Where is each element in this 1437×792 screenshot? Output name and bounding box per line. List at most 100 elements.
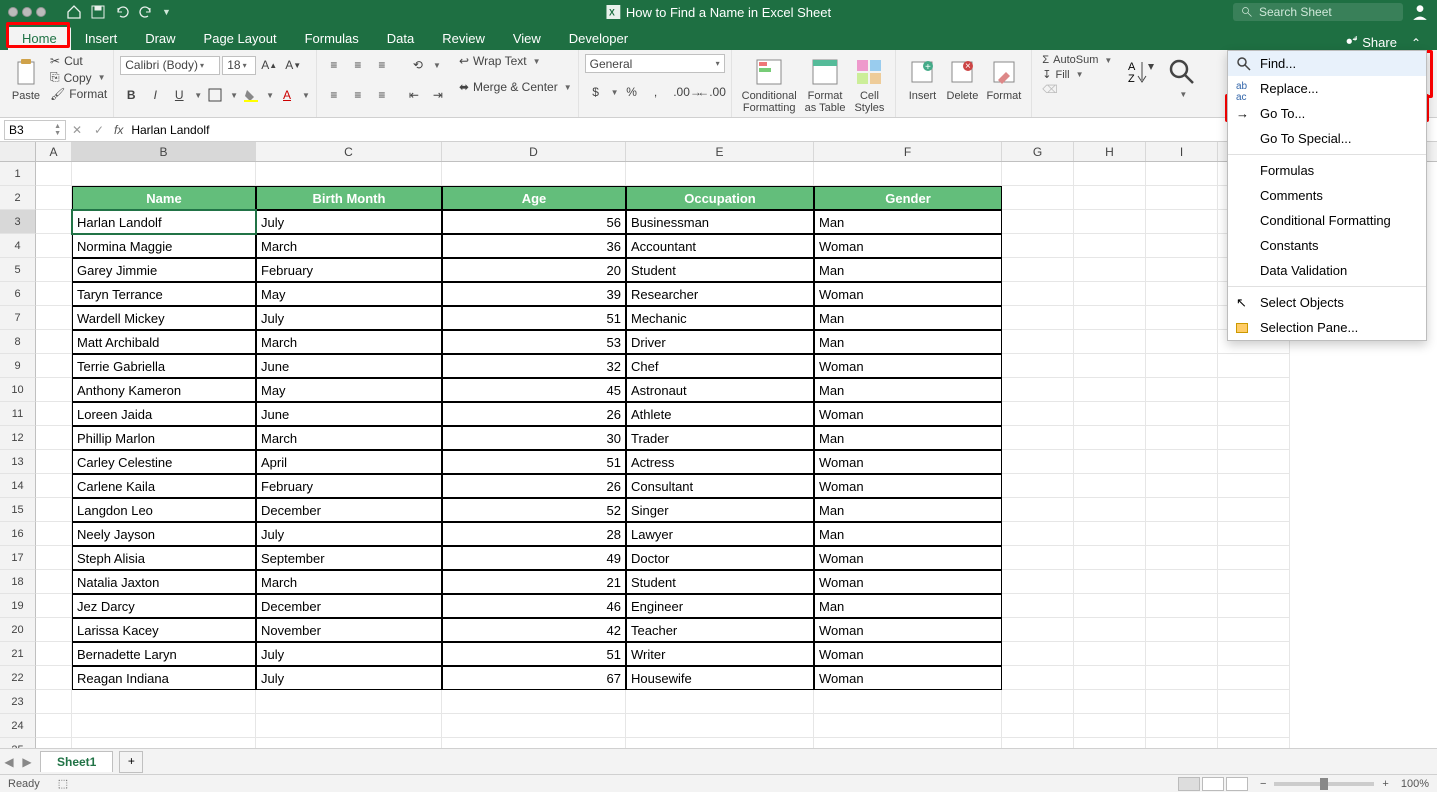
page-break-view-icon[interactable]	[1226, 777, 1248, 791]
menu-replace[interactable]: abac Replace...	[1228, 76, 1426, 101]
cell[interactable]	[36, 570, 72, 594]
cell[interactable]	[1146, 570, 1218, 594]
home-icon[interactable]	[66, 4, 82, 20]
cell[interactable]: 32	[442, 354, 626, 378]
close-window-icon[interactable]	[8, 7, 18, 17]
cell[interactable]	[36, 330, 72, 354]
search-sheet-input[interactable]: Search Sheet	[1233, 3, 1403, 21]
name-box[interactable]: B3 ▲▼	[4, 120, 66, 140]
orientation-icon[interactable]: ⟲	[407, 54, 429, 76]
fill-color-button[interactable]	[240, 84, 262, 106]
cell[interactable]	[36, 378, 72, 402]
cell[interactable]: 51	[442, 642, 626, 666]
cell[interactable]: Jez Darcy	[72, 594, 256, 618]
cell[interactable]: 42	[442, 618, 626, 642]
cell[interactable]	[36, 642, 72, 666]
cell[interactable]	[1074, 690, 1146, 714]
cell[interactable]: 51	[442, 306, 626, 330]
cell[interactable]	[36, 426, 72, 450]
row-header[interactable]: 1	[0, 162, 36, 186]
cell[interactable]: Langdon Leo	[72, 498, 256, 522]
cell[interactable]: Writer	[626, 642, 814, 666]
menu-goto[interactable]: → Go To...	[1228, 101, 1426, 126]
cell[interactable]: Woman	[814, 666, 1002, 690]
cell[interactable]	[1146, 258, 1218, 282]
cell[interactable]	[36, 594, 72, 618]
cell[interactable]: Garey Jimmie	[72, 258, 256, 282]
row-header[interactable]: 6	[0, 282, 36, 306]
cell[interactable]: Accountant	[626, 234, 814, 258]
cell[interactable]	[1146, 330, 1218, 354]
italic-button[interactable]: I	[144, 84, 166, 106]
cell[interactable]: Carley Celestine	[72, 450, 256, 474]
cell[interactable]: Bernadette Laryn	[72, 642, 256, 666]
delete-cells-button[interactable]: ×Delete	[942, 54, 982, 104]
align-left-icon[interactable]: ≡	[323, 84, 345, 106]
cell[interactable]: December	[256, 498, 442, 522]
row-header[interactable]: 8	[0, 330, 36, 354]
cell[interactable]: Businessman	[626, 210, 814, 234]
cell[interactable]	[1074, 426, 1146, 450]
align-right-icon[interactable]: ≡	[371, 84, 393, 106]
cell[interactable]: June	[256, 354, 442, 378]
cell[interactable]	[814, 714, 1002, 738]
cell[interactable]	[1146, 162, 1218, 186]
cell[interactable]: Man	[814, 330, 1002, 354]
cell[interactable]: April	[256, 450, 442, 474]
cell[interactable]	[1002, 450, 1074, 474]
cell[interactable]: Name	[72, 186, 256, 210]
cell[interactable]: Terrie Gabriella	[72, 354, 256, 378]
cell[interactable]	[1002, 378, 1074, 402]
col-header-c[interactable]: C	[256, 142, 442, 161]
cell[interactable]	[626, 714, 814, 738]
row-header[interactable]: 23	[0, 690, 36, 714]
user-icon[interactable]	[1411, 3, 1429, 21]
currency-icon[interactable]: $	[585, 81, 607, 103]
cell[interactable]	[1074, 618, 1146, 642]
cell[interactable]	[1002, 282, 1074, 306]
cell[interactable]	[1074, 546, 1146, 570]
cell[interactable]: Trader	[626, 426, 814, 450]
cell[interactable]	[1002, 690, 1074, 714]
cell[interactable]	[1146, 594, 1218, 618]
cell[interactable]: Steph Alisia	[72, 546, 256, 570]
increase-indent-icon[interactable]: ⇥	[427, 84, 449, 106]
row-header[interactable]: 15	[0, 498, 36, 522]
macro-record-icon[interactable]: ⬚	[58, 777, 68, 790]
cell[interactable]: Larissa Kacey	[72, 618, 256, 642]
menu-formulas[interactable]: Formulas	[1228, 158, 1426, 183]
cell[interactable]: July	[256, 642, 442, 666]
cell[interactable]: 49	[442, 546, 626, 570]
cell[interactable]	[36, 258, 72, 282]
tab-view[interactable]: View	[499, 27, 555, 50]
cell[interactable]	[72, 714, 256, 738]
cell[interactable]: Man	[814, 594, 1002, 618]
cell[interactable]: July	[256, 306, 442, 330]
cell[interactable]	[1074, 330, 1146, 354]
cell[interactable]: February	[256, 474, 442, 498]
row-header[interactable]: 4	[0, 234, 36, 258]
save-icon[interactable]	[90, 4, 106, 20]
cell[interactable]	[1074, 666, 1146, 690]
cell[interactable]	[1218, 402, 1290, 426]
font-name-select[interactable]: Calibri (Body)▾	[120, 56, 220, 75]
underline-button[interactable]: U	[168, 84, 190, 106]
cell[interactable]: 20	[442, 258, 626, 282]
cell[interactable]	[442, 690, 626, 714]
number-format-select[interactable]: General▾	[585, 54, 725, 73]
cell[interactable]	[1146, 378, 1218, 402]
cell[interactable]: Carlene Kaila	[72, 474, 256, 498]
spreadsheet-grid[interactable]: 12NameBirth MonthAgeOccupationGender3Har…	[0, 162, 1437, 754]
fx-icon[interactable]: fx	[114, 123, 123, 137]
border-button[interactable]	[204, 84, 226, 106]
sort-filter-button[interactable]: AZ	[1120, 54, 1160, 90]
cell[interactable]	[256, 714, 442, 738]
row-header[interactable]: 10	[0, 378, 36, 402]
cell[interactable]: Teacher	[626, 618, 814, 642]
cut-button[interactable]: ✂Cut	[50, 54, 107, 68]
cell[interactable]	[1002, 594, 1074, 618]
cell[interactable]	[1074, 402, 1146, 426]
cell[interactable]: Reagan Indiana	[72, 666, 256, 690]
share-button[interactable]: + Share	[1338, 35, 1403, 50]
cell[interactable]: Harlan Landolf	[72, 210, 256, 234]
